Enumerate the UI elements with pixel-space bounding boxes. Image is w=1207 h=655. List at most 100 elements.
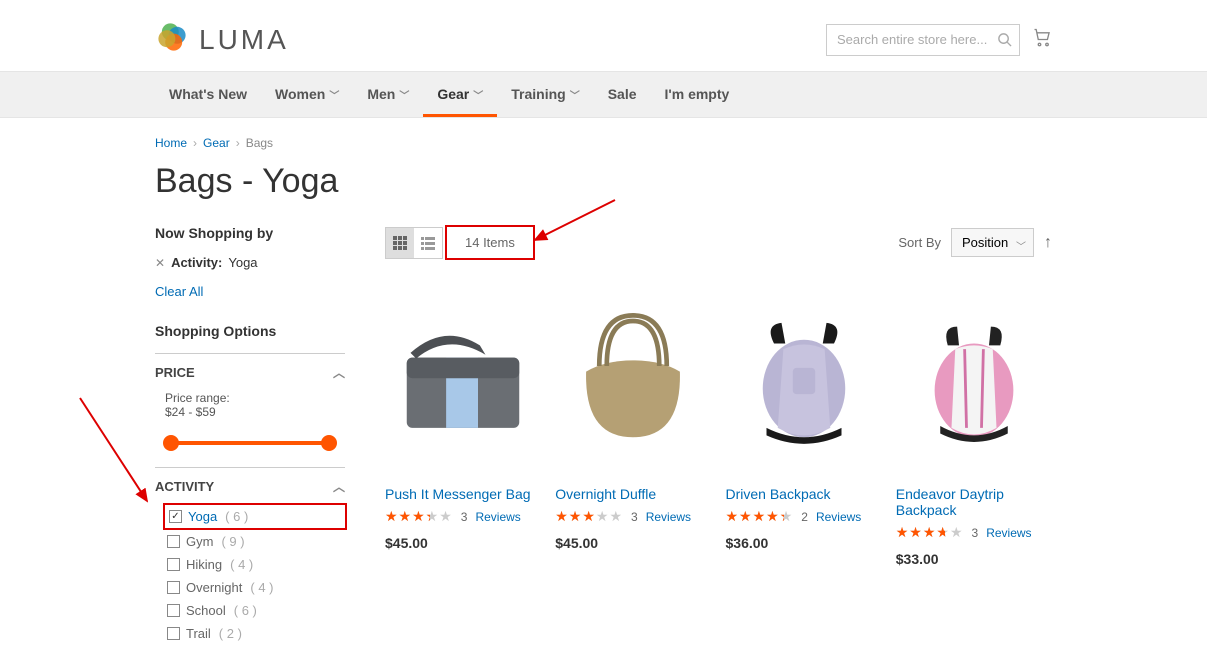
reviews-link[interactable]: Reviews xyxy=(646,510,691,524)
star-rating-icon: ★★★★★★★★★★ xyxy=(726,508,794,525)
reviews-link[interactable]: Reviews xyxy=(816,510,861,524)
activity-filter-gym[interactable]: Gym ( 9 ) xyxy=(165,530,345,553)
activity-filter-overnight[interactable]: Overnight( 4 ) xyxy=(165,576,345,599)
slider-track xyxy=(169,441,331,445)
remove-filter-icon[interactable]: ✕ xyxy=(155,256,165,270)
breadcrumb-separator: › xyxy=(193,136,197,150)
nav-item-label: Training xyxy=(511,86,565,102)
star-rating-icon: ★★★★★★★★★★ xyxy=(896,524,964,541)
nav-item-sale[interactable]: Sale xyxy=(594,72,651,117)
product-image[interactable] xyxy=(896,286,1052,476)
luma-logo-icon xyxy=(155,20,189,59)
chevron-down-icon: ﹀ xyxy=(399,87,409,102)
nav-item-label: Gear xyxy=(437,86,469,102)
item-count: 14 Items xyxy=(445,225,535,260)
product-name[interactable]: Overnight Duffle xyxy=(555,486,711,502)
product-rating: ★★★★★★★★★★3Reviews xyxy=(555,508,711,525)
product-image[interactable] xyxy=(555,286,711,476)
review-count: 3 xyxy=(461,510,468,524)
activity-filter-count: ( 6 ) xyxy=(234,603,257,618)
sort-select[interactable]: Position xyxy=(951,228,1034,257)
nav-item-gear[interactable]: Gear ﹀ xyxy=(423,72,497,117)
nav-item-label: What's New xyxy=(169,86,247,102)
checkbox-icon xyxy=(167,558,180,571)
chevron-up-icon: ︿ xyxy=(333,364,345,381)
activity-filter-name: Gym xyxy=(186,534,213,549)
nav-item-men[interactable]: Men﹀ xyxy=(353,72,423,117)
now-shopping-heading: Now Shopping by xyxy=(155,225,345,241)
product-card[interactable]: Endeavor Daytrip Backpack★★★★★★★★★★3Revi… xyxy=(896,286,1052,567)
sidebar: Now Shopping by ✕ Activity: Yoga Clear A… xyxy=(155,225,365,655)
activity-filter-name: Hiking xyxy=(186,557,222,572)
star-rating-icon: ★★★★★★★★★★ xyxy=(555,508,623,525)
sort-by-label: Sort By xyxy=(898,235,941,250)
applied-filter-value: Yoga xyxy=(228,255,257,270)
toolbar: 14 Items Sort By Position ﹀ ↑ xyxy=(385,225,1052,260)
product-image[interactable] xyxy=(385,286,541,476)
breadcrumb: Home › Gear › Bags xyxy=(155,118,1052,156)
breadcrumb-link[interactable]: Home xyxy=(155,136,187,150)
nav-item-label: Sale xyxy=(608,86,637,102)
applied-filter-label: Activity: xyxy=(171,255,222,270)
breadcrumb-current: Bags xyxy=(246,136,273,150)
main-nav: What's New Women﹀Men﹀ Gear ﹀ Training ﹀ Sale I'… xyxy=(0,71,1207,118)
view-list-button[interactable] xyxy=(414,228,442,258)
activity-filter-name: School xyxy=(186,603,226,618)
price-slider[interactable] xyxy=(169,431,331,455)
nav-item-training[interactable]: Training ﹀ xyxy=(497,72,593,117)
product-price: $33.00 xyxy=(896,551,1052,567)
filter-price-toggle[interactable]: PRICE ︿ xyxy=(155,364,345,381)
activity-filter-school[interactable]: School ( 6 ) xyxy=(165,599,345,622)
breadcrumb-separator: › xyxy=(236,136,240,150)
chevron-down-icon: ﹀ xyxy=(473,87,483,102)
product-name[interactable]: Push It Messenger Bag xyxy=(385,486,541,502)
price-range-text: Price range: $24 - $59 xyxy=(165,391,345,419)
product-name[interactable]: Endeavor Daytrip Backpack xyxy=(896,486,1052,518)
product-rating: ★★★★★★★★★★ 2 Reviews xyxy=(726,508,882,525)
slider-handle-max[interactable] xyxy=(321,435,337,451)
reviews-link[interactable]: Reviews xyxy=(475,510,520,524)
activity-filter-hiking[interactable]: Hiking ( 4 ) xyxy=(165,553,345,576)
filter-activity: ACTIVITY ︿ Yoga( 6 ) Gym ( 9 ) Hiking ( 4 ) O… xyxy=(155,467,345,655)
chevron-down-icon: ﹀ xyxy=(570,87,580,102)
checkbox-icon xyxy=(167,627,180,640)
filter-price-heading: PRICE xyxy=(155,365,195,380)
page-title: Bags - Yoga xyxy=(155,162,1052,201)
logo[interactable]: LUMA xyxy=(155,20,289,59)
header: LUMA xyxy=(0,0,1207,71)
clear-all-link[interactable]: Clear All xyxy=(155,284,345,299)
product-card[interactable]: Push It Messenger Bag★★★★★★★★★★3Reviews$… xyxy=(385,286,541,567)
product-card[interactable]: Driven Backpack ★★★★★★★★★★ 2 Reviews $36.00 xyxy=(726,286,882,567)
search-input[interactable] xyxy=(826,24,1020,56)
product-price: $45.00 xyxy=(555,535,711,551)
nav-item-what-s-new[interactable]: What's New xyxy=(155,72,261,117)
review-count: 2 xyxy=(801,510,808,524)
shopping-options-heading: Shopping Options xyxy=(155,323,345,339)
nav-item-i-m-empty[interactable]: I'm empty xyxy=(651,72,744,117)
price-range-value: $24 - $59 xyxy=(165,405,216,419)
activity-filter-name: Overnight xyxy=(186,580,242,595)
search-icon[interactable] xyxy=(997,32,1012,52)
product-name[interactable]: Driven Backpack xyxy=(726,486,882,502)
activity-filter-count: ( 9 ) xyxy=(221,534,244,549)
reviews-link[interactable]: Reviews xyxy=(986,526,1031,540)
nav-item-label: I'm empty xyxy=(665,86,730,102)
slider-handle-min[interactable] xyxy=(163,435,179,451)
filter-activity-toggle[interactable]: ACTIVITY ︿ xyxy=(155,478,345,495)
view-grid-button[interactable] xyxy=(386,228,414,258)
product-card[interactable]: Overnight Duffle ★★★★★★★★★★3Reviews $45.00 xyxy=(555,286,711,567)
activity-filter-count: ( 2 ) xyxy=(219,626,242,641)
nav-item-women[interactable]: Women﹀ xyxy=(261,72,353,117)
breadcrumb-link[interactable]: Gear xyxy=(203,136,230,150)
product-image[interactable] xyxy=(726,286,882,476)
activity-filter-count: ( 4 ) xyxy=(230,557,253,572)
filter-activity-heading: ACTIVITY xyxy=(155,479,214,494)
activity-filter-yoga[interactable]: Yoga( 6 ) xyxy=(163,503,347,530)
chevron-up-icon: ︿ xyxy=(333,478,345,495)
activity-filter-name: Trail xyxy=(186,626,211,641)
sort-direction-button[interactable]: ↑ xyxy=(1044,234,1052,252)
cart-icon[interactable] xyxy=(1032,27,1052,52)
product-price: $36.00 xyxy=(726,535,882,551)
product-rating: ★★★★★★★★★★3Reviews xyxy=(385,508,541,525)
activity-filter-trail[interactable]: Trail ( 2 ) xyxy=(165,622,345,645)
